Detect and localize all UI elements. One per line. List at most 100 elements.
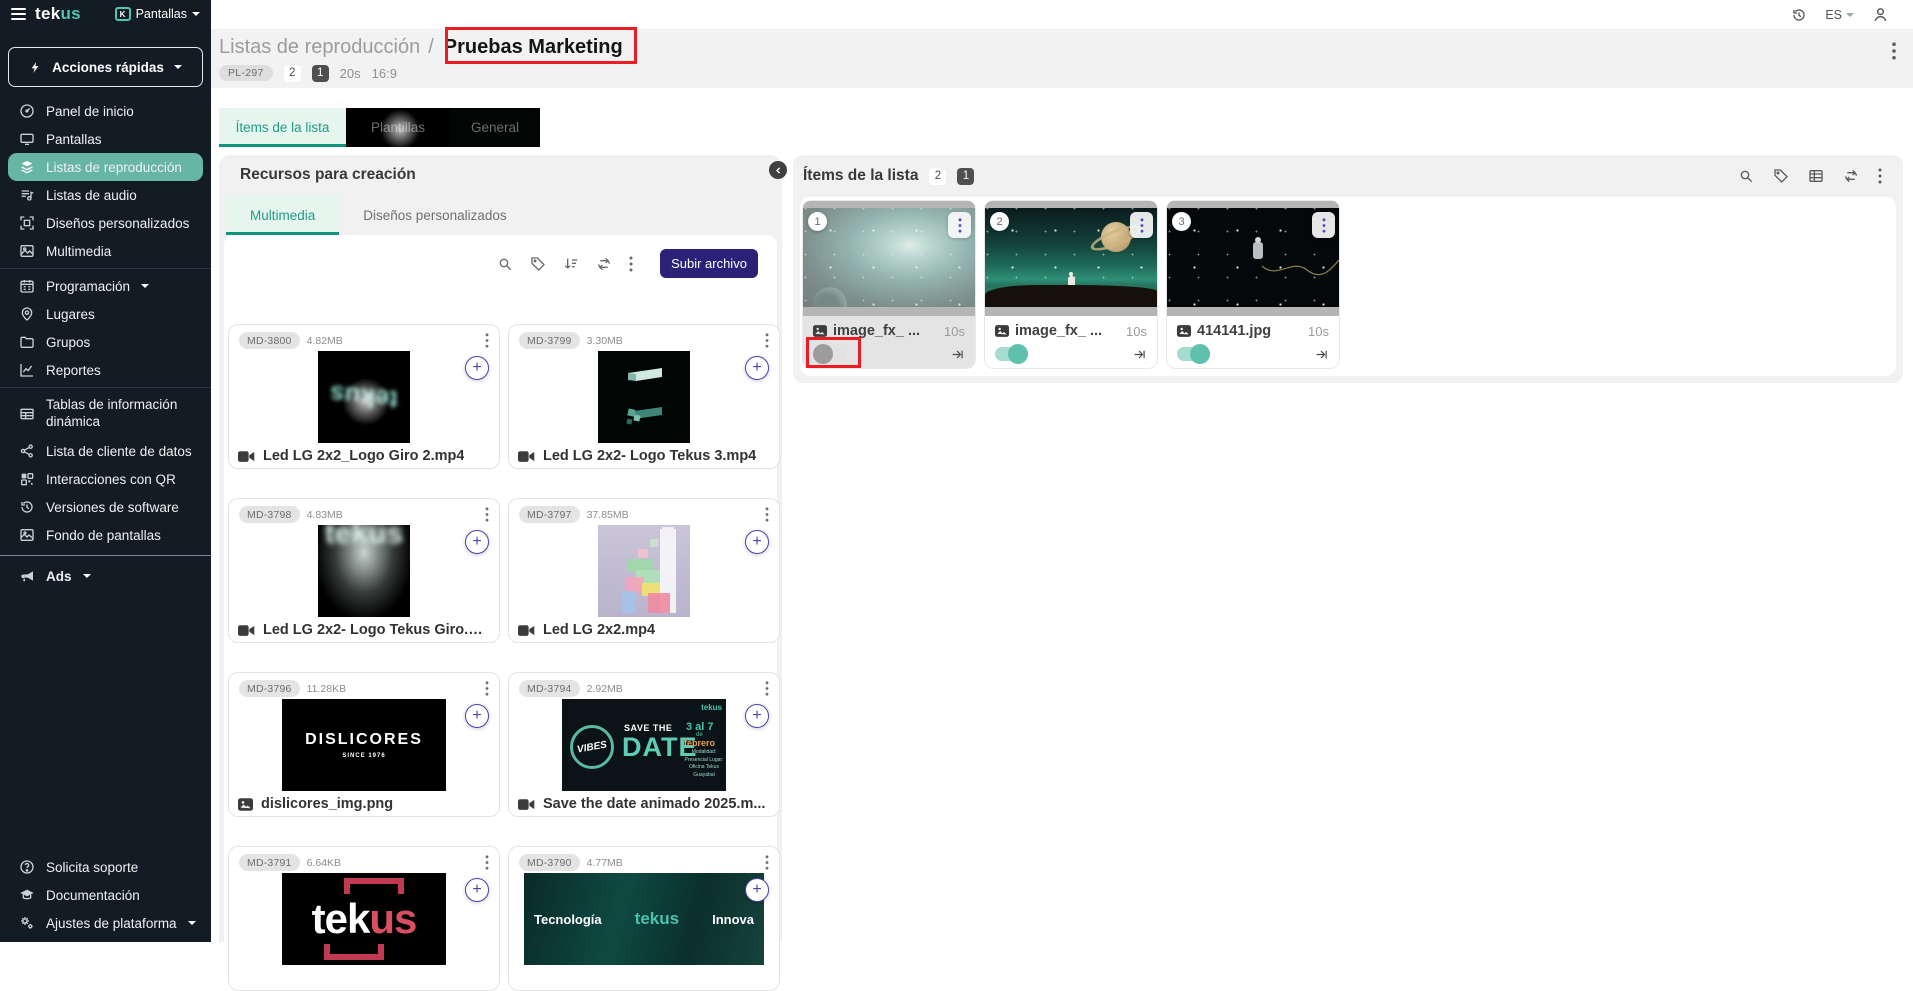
sidebar-item-multimedia[interactable]: Multimedia bbox=[0, 237, 211, 265]
sidebar-nav: Panel de inicio Pantallas Listas de repr… bbox=[0, 97, 211, 590]
sidebar-item-listas-de-audio[interactable]: Listas de audio bbox=[0, 181, 211, 209]
tab-items-de-la-lista[interactable]: Ítems de la lista bbox=[219, 108, 346, 147]
sidebar-item-disenos-personalizados[interactable]: Diseños personalizados bbox=[0, 209, 211, 237]
sidebar-item-versiones-software[interactable]: Versiones de software bbox=[0, 493, 211, 521]
sidebar-item-solicita-soporte[interactable]: Solicita soporte bbox=[0, 853, 211, 881]
item-filename: 414141.jpg10s bbox=[1167, 316, 1339, 339]
item-enabled-toggle[interactable] bbox=[813, 347, 846, 361]
sort-icon[interactable] bbox=[563, 256, 579, 272]
resources-body: Subir archivo MD-38004.82MB tekus+ Led L… bbox=[224, 235, 777, 942]
dynamic-tables-icon bbox=[18, 406, 35, 422]
sidebar-item-listas-de-reproduccion[interactable]: Listas de reproducción bbox=[8, 153, 203, 181]
more-options-icon[interactable] bbox=[1130, 212, 1153, 238]
sidebar-item-ajustes-plataforma[interactable]: Ajustes de plataforma bbox=[0, 909, 211, 937]
drag-handle[interactable] bbox=[1167, 201, 1339, 208]
more-options-icon[interactable] bbox=[765, 855, 769, 870]
more-options-icon[interactable] bbox=[629, 256, 633, 272]
more-options-icon[interactable] bbox=[1878, 168, 1882, 184]
more-options-icon[interactable] bbox=[948, 212, 971, 238]
items-body: 1 image_fx_ ...10s 2 bbox=[800, 197, 1896, 376]
refresh-icon[interactable] bbox=[1843, 168, 1859, 184]
add-to-list-button[interactable]: + bbox=[465, 878, 489, 902]
media-id-badge: MD-3800 bbox=[239, 332, 300, 349]
sidebar-item-panel-de-inicio[interactable]: Panel de inicio bbox=[0, 97, 211, 125]
sidebar-item-programacion[interactable]: Programación bbox=[0, 272, 211, 300]
item-enabled-toggle[interactable] bbox=[995, 347, 1028, 361]
dashboard-icon bbox=[18, 103, 35, 119]
tab-multimedia[interactable]: Multimedia bbox=[226, 195, 339, 235]
skip-transition-icon[interactable] bbox=[1132, 348, 1147, 361]
media-card: MD-37984.83MB tekus+ Led LG 2x2- Logo Te… bbox=[228, 498, 500, 643]
playlist-item-card[interactable]: 3 414141.jpg10s bbox=[1167, 201, 1339, 368]
skip-transition-icon[interactable] bbox=[1314, 348, 1329, 361]
more-options-icon[interactable] bbox=[485, 855, 489, 870]
table-view-icon[interactable] bbox=[1808, 168, 1824, 184]
sidebar-item-documentacion[interactable]: Documentación bbox=[0, 881, 211, 909]
tag-icon[interactable] bbox=[530, 256, 546, 272]
media-card: MD-37916.64KB tekus+ bbox=[228, 846, 500, 991]
media-card: MD-37993.30MB + Led LG 2x2- Logo Tekus 3… bbox=[508, 324, 780, 469]
media-id-badge: MD-3790 bbox=[519, 854, 580, 871]
sidebar-item-grupos[interactable]: Grupos bbox=[0, 328, 211, 356]
resources-toolbar: Subir archivo bbox=[497, 249, 758, 278]
sidebar-item-lugares[interactable]: Lugares bbox=[0, 300, 211, 328]
add-to-list-button[interactable]: + bbox=[465, 356, 489, 380]
tab-plantillas[interactable]: Plantillas bbox=[346, 108, 450, 147]
more-options-icon[interactable] bbox=[485, 507, 489, 522]
more-options-icon[interactable] bbox=[765, 333, 769, 348]
skip-transition-icon[interactable] bbox=[950, 348, 965, 361]
aspect-ratio-label: 16:9 bbox=[372, 66, 397, 81]
sidebar-item-lista-cliente-datos[interactable]: Lista de cliente de datos bbox=[0, 437, 211, 465]
total-items-badge: 2 bbox=[284, 65, 301, 82]
groups-icon bbox=[18, 334, 35, 350]
add-to-list-button[interactable]: + bbox=[465, 530, 489, 554]
quick-actions-button[interactable]: Acciones rápidas bbox=[8, 47, 203, 87]
breadcrumb-parent[interactable]: Listas de reproducción bbox=[219, 36, 420, 59]
tag-icon[interactable] bbox=[1773, 168, 1789, 184]
history-icon[interactable] bbox=[1791, 7, 1807, 23]
sidebar-item-pantallas[interactable]: Pantallas bbox=[0, 125, 211, 153]
more-options-icon[interactable] bbox=[485, 333, 489, 348]
screens-selector[interactable]: K Pantallas bbox=[115, 7, 200, 21]
refresh-icon[interactable] bbox=[596, 256, 612, 272]
tab-general[interactable]: General bbox=[450, 108, 540, 147]
add-to-list-button[interactable]: + bbox=[465, 704, 489, 728]
drag-handle[interactable] bbox=[803, 201, 975, 208]
search-icon[interactable] bbox=[1738, 168, 1754, 184]
add-to-list-button[interactable]: + bbox=[745, 530, 769, 554]
brand-logo[interactable]: tekus bbox=[35, 4, 81, 24]
drag-handle[interactable] bbox=[985, 201, 1157, 208]
sidebar-item-tablas-informacion-dinamica[interactable]: Tablas de información dinámica bbox=[0, 391, 211, 437]
search-icon[interactable] bbox=[497, 256, 513, 272]
add-to-list-button[interactable]: + bbox=[745, 704, 769, 728]
add-to-list-button[interactable]: + bbox=[745, 878, 769, 902]
tab-disenos-personalizados[interactable]: Diseños personalizados bbox=[339, 195, 530, 235]
more-options-icon[interactable] bbox=[485, 681, 489, 696]
media-thumbnail: VIBES SAVE THE DATE 3 al 7 de febrero Mo… bbox=[562, 699, 726, 791]
sidebar-item-ads[interactable]: Ads bbox=[0, 562, 211, 590]
playlist-item-card[interactable]: 1 image_fx_ ...10s bbox=[803, 201, 975, 368]
media-card: MD-379737.85MB + Led LG 2x2.mp4 bbox=[508, 498, 780, 643]
sidebar-item-interacciones-qr[interactable]: Interacciones con QR bbox=[0, 465, 211, 493]
language-selector[interactable]: ES bbox=[1825, 8, 1854, 22]
collapse-panel-button[interactable] bbox=[769, 161, 787, 179]
places-icon bbox=[18, 306, 35, 322]
add-to-list-button[interactable]: + bbox=[745, 356, 769, 380]
media-grid: MD-38004.82MB tekus+ Led LG 2x2_Logo Gir… bbox=[228, 324, 780, 991]
playlist-item-card[interactable]: 2 image_fx_ ...10s bbox=[985, 201, 1157, 368]
item-order-badge: 2 bbox=[990, 212, 1009, 231]
user-icon[interactable] bbox=[1872, 6, 1889, 23]
breadcrumb: Listas de reproducción / Pruebas Marketi… bbox=[219, 31, 1913, 63]
media-id-badge: MD-3791 bbox=[239, 854, 300, 871]
more-options-icon[interactable] bbox=[1892, 42, 1896, 60]
hamburger-menu-icon[interactable] bbox=[11, 8, 26, 20]
more-options-icon[interactable] bbox=[765, 507, 769, 522]
sidebar-item-fondo-pantallas[interactable]: Fondo de pantallas bbox=[0, 521, 211, 549]
item-order-badge: 3 bbox=[1172, 212, 1191, 231]
sidebar-item-reportes[interactable]: Reportes bbox=[0, 356, 211, 384]
item-enabled-toggle[interactable] bbox=[1177, 347, 1210, 361]
more-options-icon[interactable] bbox=[1312, 212, 1335, 238]
upload-file-button[interactable]: Subir archivo bbox=[660, 249, 758, 278]
more-options-icon[interactable] bbox=[765, 681, 769, 696]
media-filename: Led LG 2x2- Logo Tekus 3.mp4 bbox=[509, 443, 779, 464]
